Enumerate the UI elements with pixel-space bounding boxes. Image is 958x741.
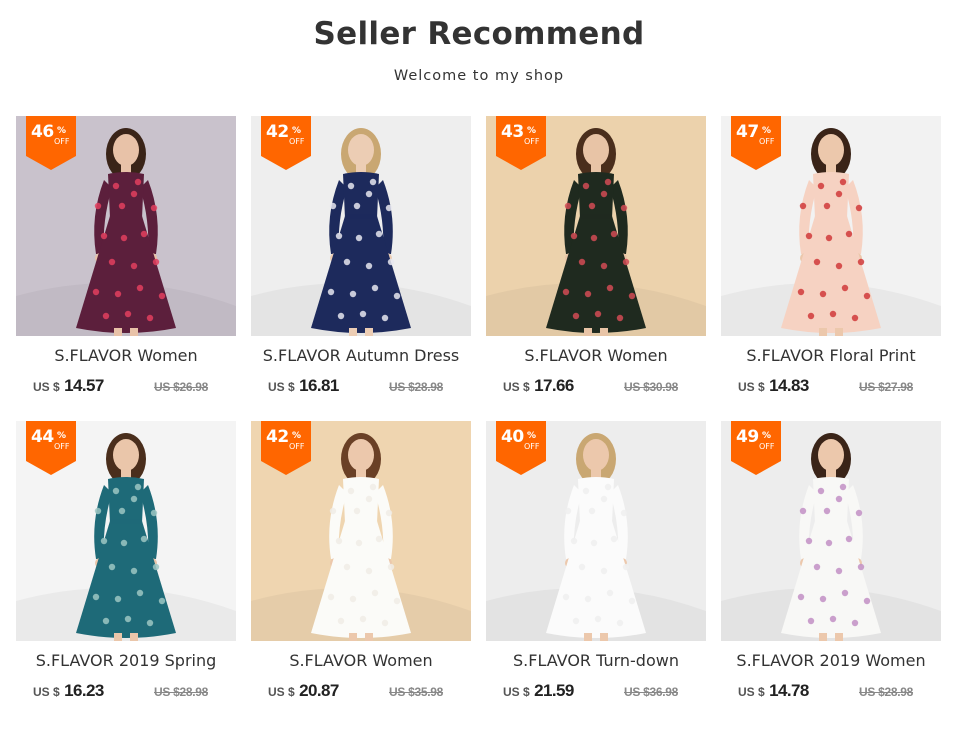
original-price: US $26.98 [154,380,209,394]
product-card[interactable]: 44% OFF S.FLAVOR 2019 Spring US $ 16.23 US $… [16,421,236,716]
product-name[interactable]: S.FLAVOR Autumn Dress [241,346,481,365]
original-price: US $28.98 [389,380,444,394]
price-amount: 17.66 [534,376,574,395]
off-label: OFF [524,442,540,451]
product-name[interactable]: S.FLAVOR Women [476,346,716,365]
currency-label: US $ [33,380,60,394]
off-label: OFF [289,137,305,146]
price-amount: 14.57 [64,376,104,395]
price-amount: 16.23 [64,681,104,700]
product-price: US $ 14.78 [738,681,809,701]
product-name[interactable]: S.FLAVOR 2019 Spring [6,651,246,670]
discount-badge: 40% OFF [496,421,546,475]
product-card[interactable]: 40% OFF S.FLAVOR Turn-down US $ 21.59 US $36… [486,421,706,716]
product-card[interactable]: 46% OFF S.FLAVOR Women US $ 14.57 US $26.98 [16,116,236,411]
discount-value: 49 [736,427,759,447]
product-card[interactable]: 47% OFF S.FLAVOR Floral Print US $ 14.83 US … [721,116,941,411]
currency-label: US $ [503,685,530,699]
product-price: US $ 20.87 [268,681,339,701]
discount-value: 42 [266,427,289,447]
discount-badge: 42% OFF [261,116,311,170]
currency-label: US $ [738,685,765,699]
percent-sign: % [57,126,67,136]
product-price: US $ 14.57 [33,376,104,396]
off-label: OFF [524,137,540,146]
original-price: US $35.98 [389,685,444,699]
product-name[interactable]: S.FLAVOR Women [241,651,481,670]
percent-sign: % [762,431,772,441]
original-price: US $27.98 [859,380,914,394]
discount-value: 44 [31,427,54,447]
percent-sign: % [527,431,537,441]
discount-value: 46 [31,122,54,142]
discount-badge: 44% OFF [26,421,76,475]
product-price: US $ 17.66 [503,376,574,396]
discount-value: 40 [501,427,524,447]
price-amount: 21.59 [534,681,574,700]
product-price: US $ 16.23 [33,681,104,701]
product-card[interactable]: 49% OFF S.FLAVOR 2019 Women US $ 14.78 US $2… [721,421,941,716]
product-name[interactable]: S.FLAVOR 2019 Women [711,651,951,670]
discount-badge: 46% OFF [26,116,76,170]
discount-badge: 47% OFF [731,116,781,170]
original-price: US $36.98 [624,685,679,699]
product-name[interactable]: S.FLAVOR Women [6,346,246,365]
off-label: OFF [54,442,70,451]
price-amount: 14.83 [769,376,809,395]
off-label: OFF [289,442,305,451]
percent-sign: % [57,431,67,441]
price-amount: 16.81 [299,376,339,395]
price-amount: 14.78 [769,681,809,700]
currency-label: US $ [503,380,530,394]
discount-badge: 43% OFF [496,116,546,170]
original-price: US $28.98 [154,685,209,699]
original-price: US $30.98 [624,380,679,394]
price-amount: 20.87 [299,681,339,700]
product-card[interactable]: 43% OFF S.FLAVOR Women US $ 17.66 US $30.98 [486,116,706,411]
currency-label: US $ [738,380,765,394]
percent-sign: % [292,126,302,136]
product-card[interactable]: 42% OFF S.FLAVOR Autumn Dress US $ 16.81 US … [251,116,471,411]
product-card[interactable]: 42% OFF S.FLAVOR Women US $ 20.87 US $35.98 [251,421,471,716]
currency-label: US $ [33,685,60,699]
discount-badge: 42% OFF [261,421,311,475]
product-name[interactable]: S.FLAVOR Floral Print [711,346,951,365]
page-title: Seller Recommend [313,16,645,52]
percent-sign: % [527,126,537,136]
product-name[interactable]: S.FLAVOR Turn-down [476,651,716,670]
product-price: US $ 16.81 [268,376,339,396]
page-subtitle: Welcome to my shop [393,68,565,84]
off-label: OFF [54,137,70,146]
percent-sign: % [762,126,772,136]
discount-value: 42 [266,122,289,142]
off-label: OFF [759,442,775,451]
product-price: US $ 14.83 [738,376,809,396]
discount-value: 43 [501,122,524,142]
currency-label: US $ [268,685,295,699]
off-label: OFF [759,137,775,146]
percent-sign: % [292,431,302,441]
discount-value: 47 [736,122,759,142]
discount-badge: 49% OFF [731,421,781,475]
original-price: US $28.98 [859,685,914,699]
product-price: US $ 21.59 [503,681,574,701]
currency-label: US $ [268,380,295,394]
